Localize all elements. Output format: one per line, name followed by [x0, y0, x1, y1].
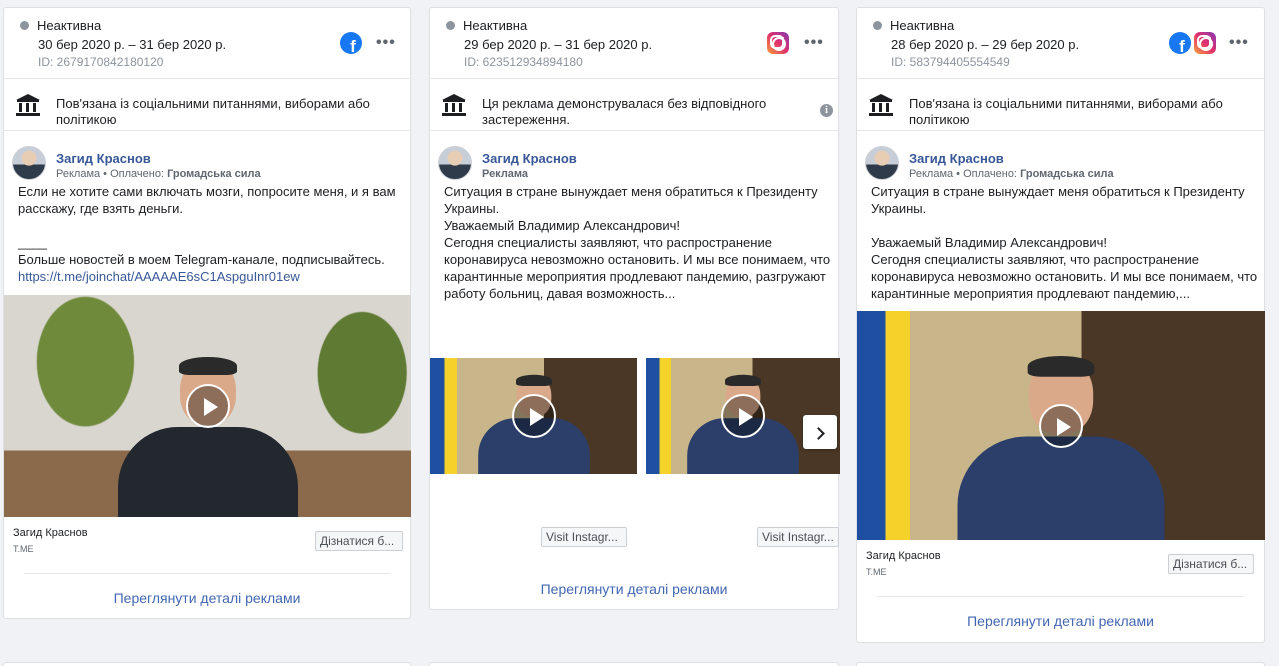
more-options-icon[interactable]: •••	[376, 35, 396, 51]
ad-card: Неактивна 28 бер 2020 р. – 29 бер 2020 р…	[856, 7, 1265, 643]
date-range: 28 бер 2020 р. – 29 бер 2020 р.	[891, 37, 1080, 52]
status-block: Неактивна 28 бер 2020 р. – 29 бер 2020 р…	[873, 18, 1079, 69]
cta-domain: T.ME	[866, 567, 887, 577]
platform-icons	[767, 32, 789, 54]
government-building-icon	[869, 94, 893, 116]
status-label: Неактивна	[463, 18, 528, 33]
more-options-icon[interactable]: •••	[804, 35, 824, 51]
advertiser-header: Загид Краснов Реклама • Оплачено: Громад…	[12, 146, 261, 180]
notice-text: Пов'язана із соціальними питаннями, вибо…	[56, 96, 370, 127]
facebook-icon: f	[340, 32, 362, 54]
date-range: 29 бер 2020 р. – 31 бер 2020 р.	[464, 37, 653, 52]
platform-icons: f	[1169, 32, 1216, 54]
instagram-icon	[1194, 32, 1216, 54]
payer-name: Громадська сила	[1020, 168, 1114, 180]
view-ad-details-link[interactable]: Переглянути деталі реклами	[857, 613, 1264, 629]
ad-sponsor-line: Реклама	[482, 168, 529, 180]
ad-video[interactable]	[4, 295, 411, 517]
play-icon[interactable]	[1039, 403, 1083, 448]
view-ad-details-link[interactable]: Переглянути деталі реклами	[4, 590, 410, 606]
notice-text: Ця реклама демонструвалася без відповідн…	[482, 96, 767, 127]
facebook-icon: f	[1169, 32, 1191, 54]
ad-sponsor-line: Реклама • Оплачено: Громадська сила	[56, 168, 261, 180]
carousel-next-button[interactable]	[803, 415, 837, 449]
political-notice: Пов'язана із соціальними питаннями, вибо…	[869, 90, 1259, 128]
divider	[857, 78, 1264, 79]
play-icon[interactable]	[721, 394, 765, 438]
ad-sponsor-line: Реклама • Оплачено: Громадська сила	[909, 168, 1114, 180]
ad-body-text: Ситуация в стране вынуждает меня обратит…	[444, 184, 831, 301]
chevron-right-icon	[811, 427, 825, 440]
next-ad-card	[856, 662, 1265, 666]
next-ad-card	[429, 662, 839, 666]
government-building-icon	[442, 94, 466, 116]
divider	[4, 130, 410, 131]
political-notice: Пов'язана із соціальними питаннями, вибо…	[16, 90, 406, 128]
visit-instagram-button[interactable]: Visit Instagr...	[541, 527, 627, 547]
divider	[430, 78, 838, 79]
learn-more-button[interactable]: Дізнатися б...	[1168, 554, 1254, 574]
payer-name: Громадська сила	[167, 168, 261, 180]
advertiser-header: Загид Краснов Реклама	[438, 146, 577, 180]
advertiser-name[interactable]: Загид Краснов	[56, 151, 261, 166]
ad-video[interactable]	[857, 311, 1265, 540]
status-label: Неактивна	[890, 18, 955, 33]
play-icon[interactable]	[185, 384, 230, 428]
notice-text: Пов'язана із соціальними питаннями, вибо…	[909, 96, 1223, 127]
disclaimer-notice: Ця реклама демонструвалася без відповідн…	[442, 90, 812, 128]
ad-id: ID: 583794405554549	[891, 55, 1010, 69]
avatar[interactable]	[865, 146, 899, 180]
divider	[4, 78, 410, 79]
inactive-dot-icon	[446, 21, 455, 30]
government-building-icon	[16, 94, 40, 116]
telegram-link[interactable]: https://t.me/joinchat/AAAAAE6sC1AspguInr…	[18, 269, 300, 284]
ad-id: ID: 623512934894180	[464, 55, 583, 69]
ad-card: Неактивна 29 бер 2020 р. – 31 бер 2020 р…	[429, 7, 840, 610]
platform-icons: f	[340, 32, 362, 54]
ad-body-text: Ситуация в стране вынуждает меня обратит…	[871, 184, 1258, 301]
avatar[interactable]	[438, 146, 472, 180]
carousel-video-1[interactable]	[430, 358, 637, 474]
ad-body-text: Если не хотите сами включать мозги, попр…	[18, 184, 396, 284]
ad-id: ID: 2679170842180120	[38, 55, 164, 69]
more-options-icon[interactable]: •••	[1229, 35, 1249, 51]
info-icon[interactable]: i	[820, 104, 833, 117]
divider	[430, 130, 838, 131]
speaker-figure	[117, 357, 298, 517]
learn-more-button[interactable]: Дізнатися б...	[315, 531, 403, 551]
visit-instagram-button[interactable]: Visit Instagr...	[757, 527, 839, 547]
next-ad-card	[3, 662, 411, 666]
ad-card: Неактивна 30 бер 2020 р. – 31 бер 2020 р…	[3, 7, 411, 619]
instagram-icon	[767, 32, 789, 54]
advertiser-header: Загид Краснов Реклама • Оплачено: Громад…	[865, 146, 1114, 180]
avatar[interactable]	[12, 146, 46, 180]
play-icon[interactable]	[511, 394, 556, 438]
divider	[24, 573, 390, 574]
cta-page-name: Загид Краснов	[13, 527, 88, 539]
date-range: 30 бер 2020 р. – 31 бер 2020 р.	[38, 37, 227, 52]
cta-page-name: Загид Краснов	[866, 550, 941, 562]
status-block: Неактивна 30 бер 2020 р. – 31 бер 2020 р…	[20, 18, 226, 69]
speaker-figure	[957, 356, 1165, 540]
advertiser-name[interactable]: Загид Краснов	[482, 151, 577, 166]
inactive-dot-icon	[20, 21, 29, 30]
advertiser-name[interactable]: Загид Краснов	[909, 151, 1114, 166]
divider	[857, 130, 1264, 131]
cta-domain: T.ME	[13, 544, 34, 554]
view-ad-details-link[interactable]: Переглянути деталі реклами	[430, 581, 838, 597]
divider	[877, 596, 1244, 597]
inactive-dot-icon	[873, 21, 882, 30]
status-block: Неактивна 29 бер 2020 р. – 31 бер 2020 р…	[446, 18, 652, 69]
status-label: Неактивна	[37, 18, 102, 33]
